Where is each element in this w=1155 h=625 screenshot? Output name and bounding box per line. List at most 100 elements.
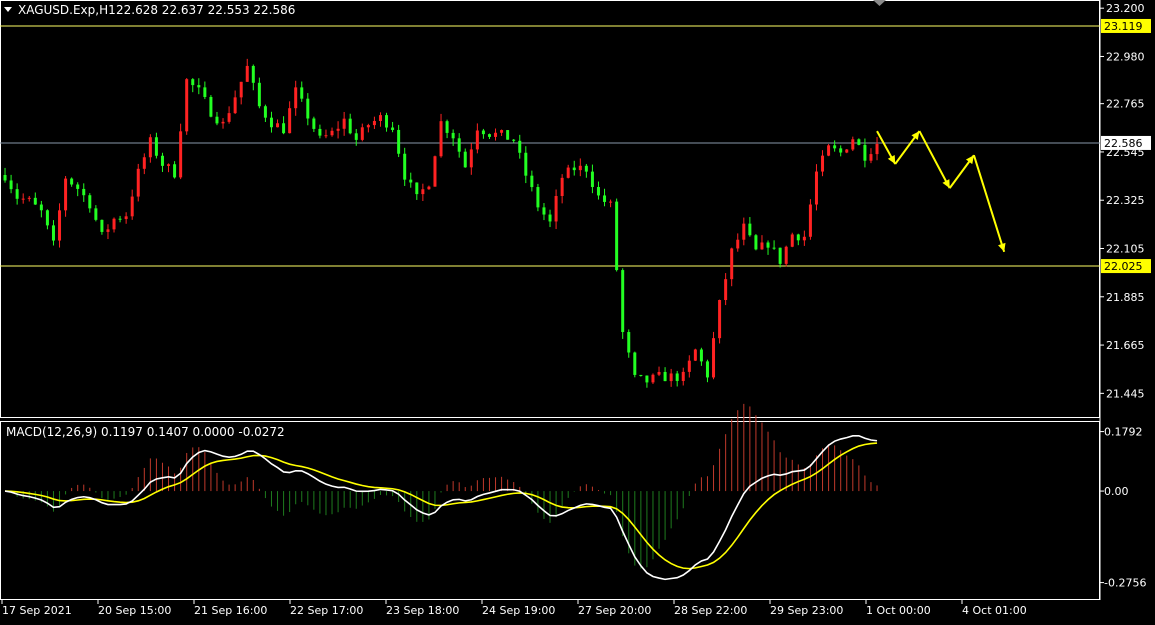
candle-body (863, 144, 867, 161)
candle-body (342, 118, 346, 129)
price-tick-label: 22.325 (1106, 194, 1145, 207)
level-price-label: 23.119 (1104, 20, 1143, 33)
candle-body (124, 216, 128, 220)
chart-shift-marker-icon[interactable] (873, 0, 886, 6)
candle-body (203, 87, 207, 97)
candle-body (851, 139, 855, 150)
candle-body (457, 138, 461, 152)
candle-body (814, 171, 818, 205)
price-tick-label: 22.765 (1106, 98, 1145, 111)
symbol-menu-triangle-icon[interactable] (4, 7, 12, 12)
candle-body (802, 236, 806, 241)
time-tick-label: 20 Sep 15:00 (98, 604, 171, 617)
candle-body (754, 235, 758, 250)
candle-body (294, 87, 298, 109)
candle-body (548, 214, 552, 222)
candle-body (639, 374, 643, 376)
trading-chart[interactable]: 23.200 22.980 22.765 22.545 22.325 22.105 21.8… (0, 0, 1155, 621)
time-tick-label: 22 Sep 17:00 (290, 604, 363, 617)
candle-body (70, 178, 74, 185)
price-tick-label: 22.980 (1106, 50, 1145, 63)
candle-body (427, 186, 431, 190)
candle-body (263, 106, 267, 118)
candle-body (833, 145, 837, 149)
candle-body (324, 135, 328, 137)
candle-body (718, 300, 722, 339)
candle-body (645, 375, 649, 383)
price-tick-label: 21.885 (1106, 291, 1145, 304)
candle-body (657, 371, 661, 375)
candle-body (827, 145, 831, 156)
forecast-arrow-segment[interactable] (918, 130, 951, 189)
candle-body (76, 184, 80, 189)
candle-body (481, 130, 485, 135)
candle-body (64, 178, 68, 211)
price-tick-label: 23.200 (1106, 2, 1145, 15)
candle-body (354, 133, 358, 140)
candle-body (318, 128, 322, 136)
candle-body (487, 134, 491, 137)
candle-body (312, 118, 316, 129)
candle-body (566, 167, 570, 178)
candle-body (366, 125, 370, 128)
candle-body (191, 79, 195, 86)
time-tick-label: 1 Oct 00:00 (866, 604, 931, 617)
candle-body (409, 179, 413, 183)
chart-canvas[interactable]: 23.20022.98022.76522.54522.32522.10521.8… (0, 0, 1155, 621)
candle-body (130, 196, 134, 217)
candle-body (227, 113, 231, 122)
candle-body (112, 218, 116, 230)
symbol-name: XAGUSD.Exp,H1 (18, 3, 116, 17)
candle-body (233, 97, 237, 114)
candle-body (808, 204, 812, 237)
candle-body (784, 246, 788, 264)
candle-body (15, 189, 19, 199)
price-tick-label: 21.445 (1106, 387, 1145, 400)
candle-body (687, 360, 691, 372)
candle-body (209, 96, 213, 117)
main-panel-border (0, 0, 1100, 418)
candle-body (378, 115, 382, 121)
candle-body (596, 187, 600, 196)
candle-body (3, 174, 7, 181)
candle-body (360, 127, 364, 140)
candle-body (675, 373, 679, 381)
candle-body (699, 349, 703, 362)
candle-body (82, 188, 86, 196)
candle-body (197, 85, 201, 88)
candle-body (330, 130, 334, 136)
candle-body (845, 149, 849, 153)
candle-body (51, 225, 55, 241)
candle-body (100, 219, 104, 232)
candle-body (584, 165, 588, 172)
forecast-arrow-segment[interactable] (972, 154, 1006, 253)
candle-body (167, 164, 171, 166)
candle-body (160, 155, 164, 166)
candle-body (451, 132, 455, 139)
candle-body (712, 338, 716, 378)
candle-body (518, 140, 522, 153)
candle-body (742, 223, 746, 240)
candle-body (500, 130, 504, 133)
candle-body (27, 197, 31, 199)
candle-body (33, 197, 37, 205)
candle-body (136, 168, 140, 197)
candle-body (869, 154, 873, 161)
candle-body (627, 332, 631, 353)
candle-body (839, 148, 843, 153)
candle-body (524, 152, 528, 176)
candle-body (433, 156, 437, 187)
candle-body (106, 229, 110, 232)
candle-body (609, 201, 613, 203)
time-tick-label: 23 Sep 18:00 (386, 604, 459, 617)
candle-body (560, 177, 564, 197)
candle-body (9, 180, 13, 190)
candle-body (221, 121, 225, 124)
candle-body (21, 198, 25, 200)
time-tick-label: 29 Sep 23:00 (770, 604, 843, 617)
time-tick-label: 24 Sep 19:00 (482, 604, 555, 617)
candle-body (578, 165, 582, 171)
candle-body (736, 239, 740, 249)
candle-body (148, 137, 152, 158)
forecast-arrowhead-icon (998, 242, 1006, 252)
